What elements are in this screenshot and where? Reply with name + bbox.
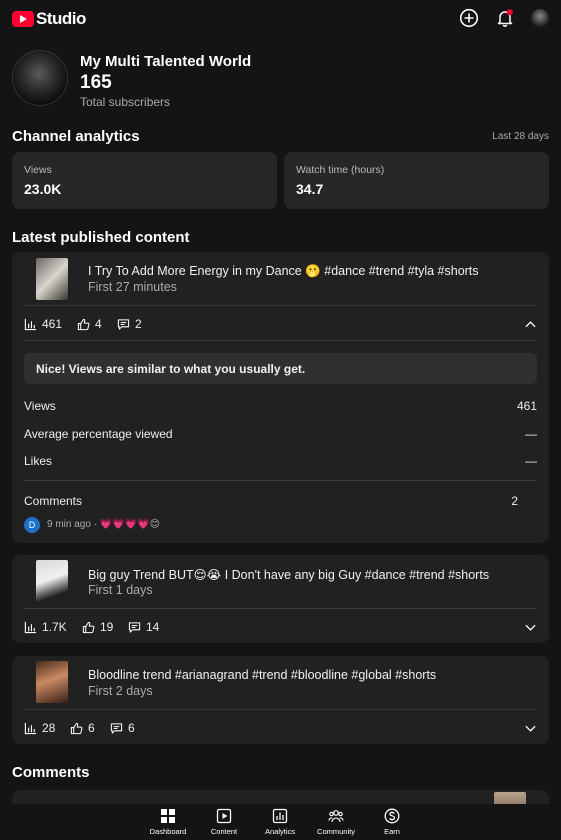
comments-count: 14: [146, 620, 160, 634]
nav-community[interactable]: Community: [311, 808, 361, 836]
nav-dashboard[interactable]: Dashboard: [143, 808, 193, 836]
views-stat-label: Views: [24, 164, 52, 176]
detail-label-views: Views: [24, 399, 56, 413]
community-icon: [328, 810, 344, 823]
nav-earn[interactable]: Earn: [367, 808, 417, 836]
divider: [24, 340, 537, 341]
top-bar: Studio: [0, 0, 561, 36]
video-thumbnail[interactable]: [36, 560, 68, 602]
analytics-period: Last 28 days: [492, 131, 549, 142]
bar-chart-icon: [24, 621, 37, 633]
likes-count: 19: [100, 620, 114, 634]
comment-preview[interactable]: 9 min ago · 💗💗💗💗😊: [47, 519, 160, 530]
dashboard-icon: [161, 809, 175, 823]
comments-count: 2: [135, 317, 142, 331]
subscriber-label: Total subscribers: [80, 95, 171, 109]
detail-value-avg-viewed: —: [525, 427, 537, 441]
video-age: First 1 days: [88, 583, 153, 597]
video-age: First 2 days: [88, 684, 153, 698]
detail-label-likes: Likes: [24, 454, 53, 468]
divider: [24, 709, 537, 710]
bar-chart-icon: [24, 318, 37, 330]
nav-label: Content: [210, 827, 238, 836]
detail-label-comments: Comments: [24, 494, 83, 508]
content-icon: [216, 808, 232, 824]
video-title[interactable]: I Try To Add More Energy in my Dance 🫢 #…: [88, 264, 479, 279]
likes-metric: 19: [82, 620, 113, 634]
thumbs-up-icon: [77, 318, 90, 330]
youtube-studio-logo[interactable]: Studio: [12, 9, 86, 29]
channel-avatar[interactable]: [12, 50, 68, 106]
watch-time-stat-value: 34.7: [296, 181, 324, 197]
comments-metric: 6: [110, 721, 135, 735]
commenter-avatar[interactable]: D: [24, 517, 40, 533]
video-thumbnail[interactable]: [36, 258, 68, 300]
nav-analytics[interactable]: Analytics: [255, 808, 305, 836]
watch-time-stat-card[interactable]: Watch time (hours) 34.7: [284, 152, 549, 209]
channel-name: My Multi Talented World: [80, 53, 252, 70]
analytics-icon: [272, 808, 288, 824]
views-count: 28: [42, 721, 56, 735]
video-thumbnail[interactable]: [36, 661, 68, 703]
video-card: I Try To Add More Energy in my Dance 🫢 #…: [12, 252, 549, 543]
create-plus-icon[interactable]: [459, 8, 479, 28]
watch-time-stat-label: Watch time (hours): [296, 164, 385, 176]
divider: [24, 608, 537, 609]
chevron-down-icon[interactable]: [524, 621, 537, 634]
nav-content[interactable]: Content: [199, 808, 249, 836]
comments-count: 6: [128, 721, 135, 735]
detail-label-avg-viewed: Average percentage viewed: [24, 427, 173, 441]
video-title[interactable]: Big guy Trend BUT😌😭 I Don't have any big…: [88, 567, 489, 582]
performance-notice: Nice! Views are similar to what you usua…: [24, 353, 537, 384]
views-stat-card[interactable]: Views 23.0K: [12, 152, 277, 209]
likes-count: 4: [95, 317, 102, 331]
video-card: Big guy Trend BUT😌😭 I Don't have any big…: [12, 555, 549, 643]
comment-icon: [117, 318, 130, 330]
detail-value-comments: 2: [511, 494, 518, 508]
thumbs-up-icon: [70, 722, 83, 734]
nav-label: Community: [317, 827, 355, 836]
earn-icon: [384, 808, 400, 824]
detail-value-likes: —: [525, 454, 537, 468]
views-metric: 1.7K: [24, 620, 67, 634]
likes-count: 6: [88, 721, 95, 735]
bottom-navigation: Dashboard Content Analytics Community Ea…: [0, 804, 561, 840]
detail-value-views: 461: [516, 399, 537, 413]
views-metric: 461: [24, 317, 62, 331]
subscriber-count: 165: [80, 72, 112, 93]
bar-chart-icon: [24, 722, 37, 734]
likes-metric: 4: [77, 317, 102, 331]
notifications-bell-icon[interactable]: [495, 8, 515, 28]
nav-label: Dashboard: [149, 827, 187, 836]
comments-metric: 2: [117, 317, 142, 331]
divider: [24, 480, 537, 481]
chevron-down-icon[interactable]: [524, 722, 537, 735]
views-stat-value: 23.0K: [24, 181, 62, 197]
likes-metric: 6: [70, 721, 95, 735]
thumbs-up-icon: [82, 621, 95, 633]
comments-section-title: Comments: [12, 764, 90, 781]
video-age: First 27 minutes: [88, 280, 177, 294]
views-metric: 28: [24, 721, 55, 735]
logo-text: Studio: [36, 9, 86, 28]
youtube-logo-icon: [12, 11, 34, 27]
views-count: 1.7K: [42, 620, 67, 634]
latest-content-title: Latest published content: [12, 229, 190, 246]
nav-label: Analytics: [264, 827, 295, 836]
views-count: 461: [42, 317, 63, 331]
nav-label: Earn: [384, 827, 400, 836]
comments-metric: 14: [128, 620, 159, 634]
video-card: Bloodline trend #arianagrand #trend #blo…: [12, 656, 549, 744]
channel-analytics-title: Channel analytics: [12, 128, 140, 145]
divider: [24, 305, 537, 306]
account-avatar[interactable]: [531, 9, 549, 27]
comment-icon: [110, 722, 123, 734]
chevron-up-icon[interactable]: [524, 318, 537, 331]
comment-icon: [128, 621, 141, 633]
video-title[interactable]: Bloodline trend #arianagrand #trend #blo…: [88, 668, 436, 682]
